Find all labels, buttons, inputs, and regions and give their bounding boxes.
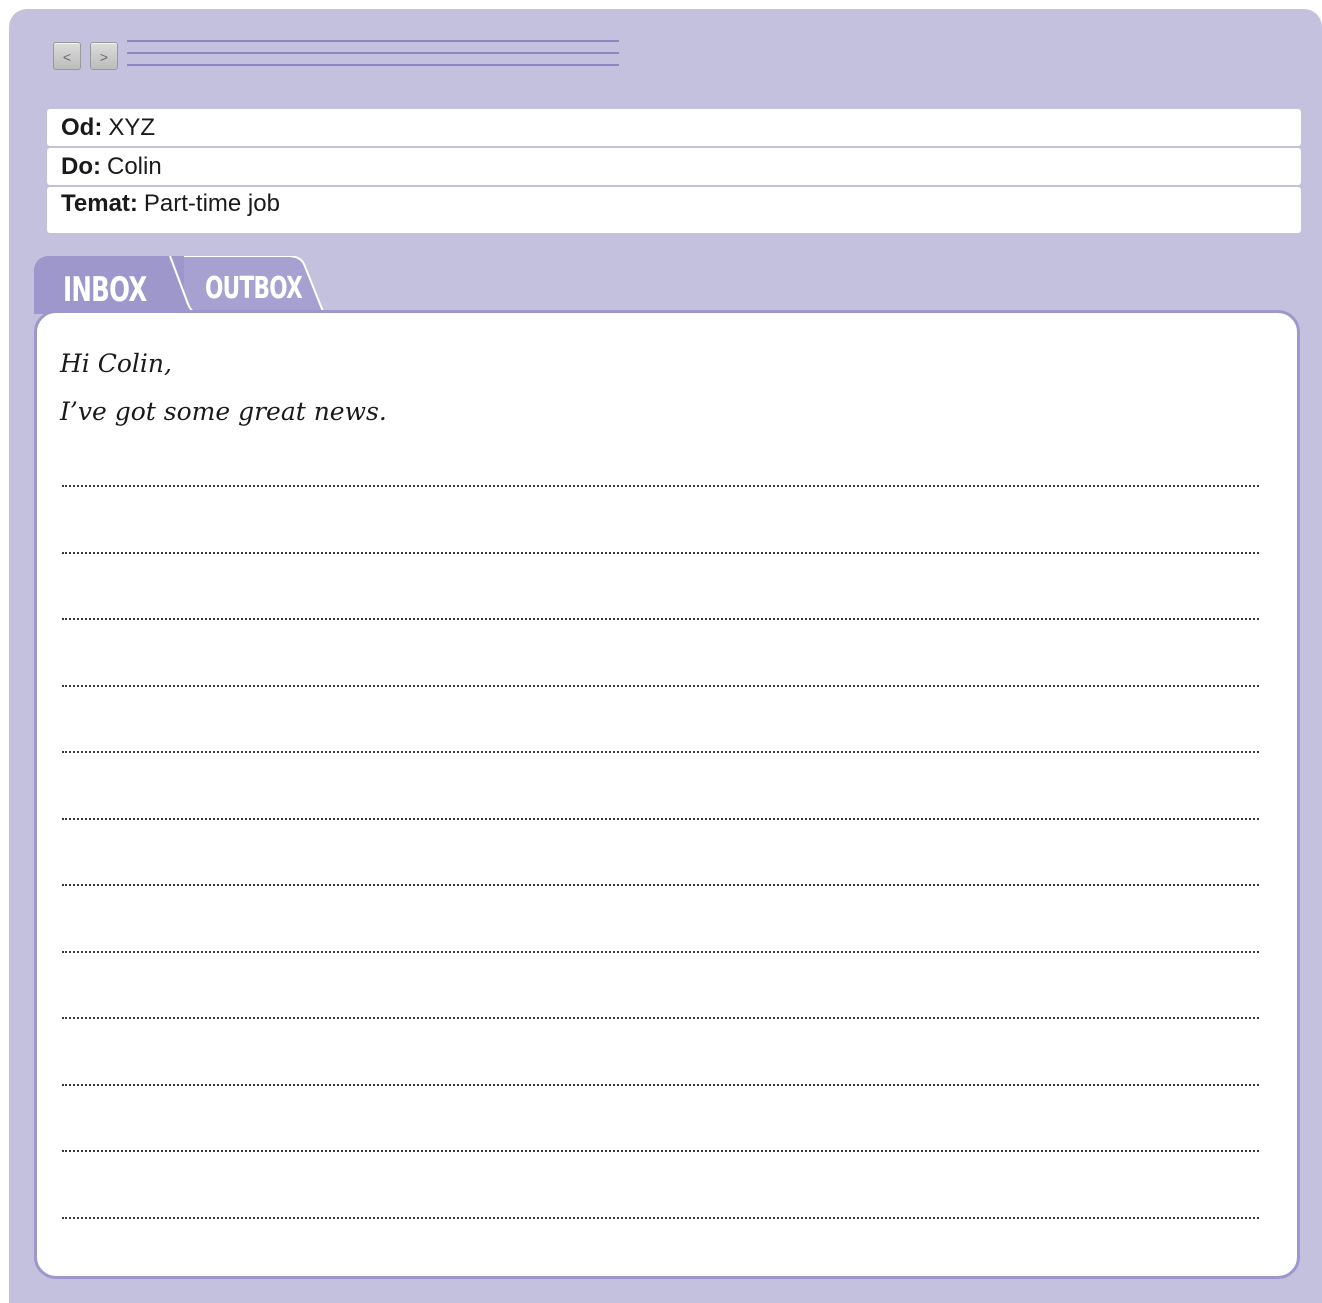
writing-line[interactable] [62,1084,1259,1086]
address-bar-line [127,40,619,42]
writing-line[interactable] [62,1150,1259,1152]
tab-inbox-label: INBOX [63,270,147,310]
back-button[interactable]: < [53,42,81,70]
tab-inbox-slant [160,256,200,314]
writing-line[interactable] [62,1217,1259,1219]
from-field[interactable]: Od: XYZ [47,109,1301,146]
writing-line[interactable] [62,751,1259,753]
writing-line[interactable] [62,818,1259,820]
writing-line[interactable] [62,685,1259,687]
subject-value: Part-time job [143,190,280,217]
writing-line[interactable] [62,552,1259,554]
writing-line[interactable] [62,884,1259,886]
address-bar-line [127,52,619,54]
tab-outbox-label: OUTBOX [205,271,303,306]
to-value: Colin [106,152,162,180]
writing-line[interactable] [62,951,1259,953]
subject-label: Temat: [61,190,138,217]
address-bar-line [127,64,619,66]
writing-line[interactable] [62,485,1259,487]
from-label: Od: [61,113,103,141]
from-value: XYZ [108,113,156,141]
message-opening: I’ve got some great news. [60,397,387,426]
to-label: Do: [61,152,101,180]
writing-line[interactable] [62,1017,1259,1019]
subject-field[interactable]: Temat: Part-time job [47,187,1301,233]
to-field[interactable]: Do: Colin [47,148,1301,185]
chevron-right-icon: > [99,49,109,65]
writing-line[interactable] [62,618,1259,620]
message-greeting: Hi Colin, [60,349,172,378]
chevron-left-icon: < [62,49,72,65]
forward-button[interactable]: > [90,42,118,70]
message-body[interactable] [34,310,1300,1279]
